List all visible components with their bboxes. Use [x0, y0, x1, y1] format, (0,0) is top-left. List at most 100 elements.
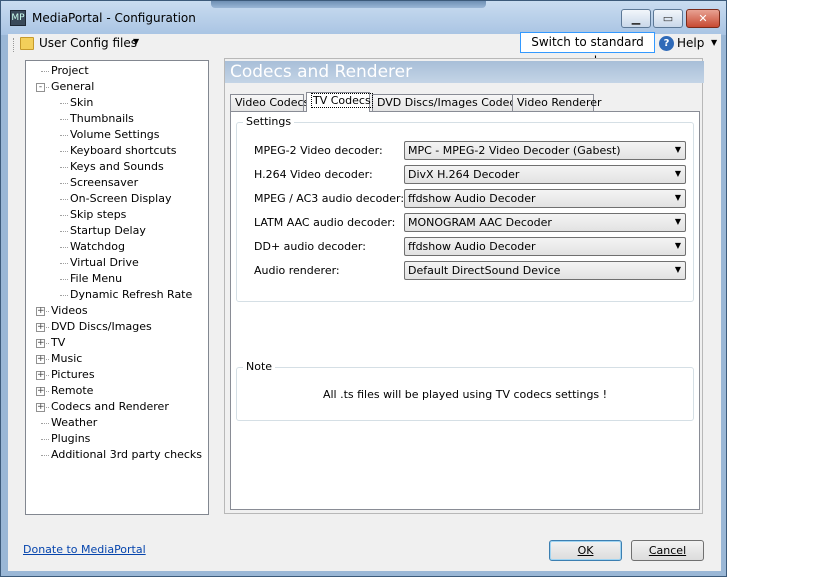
tree-item[interactable]: Plugins	[51, 431, 90, 447]
tree-item-label: Pictures	[51, 368, 95, 381]
tree-item-label: Codecs and Renderer	[51, 400, 169, 413]
tree-item[interactable]: Remote	[51, 383, 93, 399]
tree-connector	[41, 423, 49, 424]
tree-item[interactable]: Keys and Sounds	[70, 159, 164, 175]
tree-item[interactable]: Virtual Drive	[70, 255, 139, 271]
tab-video-codecs[interactable]: Video Codecs	[230, 94, 309, 111]
note-text: All .ts files will be played using TV co…	[322, 388, 608, 401]
collapse-icon[interactable]: -	[36, 83, 45, 92]
tree-item-label: Skin	[70, 96, 94, 109]
decoder-select[interactable]: MONOGRAM AAC Decoder ▼	[404, 213, 686, 232]
mediaportal-icon: MP	[10, 10, 26, 26]
help-icon[interactable]: ?	[659, 36, 674, 51]
tree-item[interactable]: Watchdog	[70, 239, 125, 255]
select-value: ffdshow Audio Decoder	[408, 192, 536, 205]
maximize-button[interactable]: ▭	[653, 9, 683, 28]
expand-icon[interactable]: +	[36, 387, 45, 396]
select-value: DivX H.264 Decoder	[408, 168, 520, 181]
tab-tv-codecs[interactable]: TV Codecs	[306, 92, 373, 112]
tab-panel: Settings MPEG-2 Video decoder: MPC - MPEG…	[230, 111, 700, 510]
chevron-down-icon: ▼	[674, 217, 681, 226]
section-tree[interactable]: Project General - Skin Thumbnails Volume Sett…	[25, 60, 209, 515]
chevron-down-icon[interactable]: ▼	[133, 37, 139, 46]
tree-item[interactable]: On-Screen Display	[70, 191, 171, 207]
tree-connector	[60, 247, 68, 248]
tree-item[interactable]: Project	[51, 63, 89, 79]
tree-item[interactable]: Weather	[51, 415, 97, 431]
tree-item-label: Virtual Drive	[70, 256, 139, 269]
donate-link[interactable]: Donate to MediaPortal	[23, 543, 146, 556]
tree-item-label: Watchdog	[70, 240, 125, 253]
title-strip	[211, 1, 486, 8]
expand-icon[interactable]: +	[36, 307, 45, 316]
note-group-label: Note	[243, 360, 276, 373]
ok-button[interactable]: OK	[549, 540, 622, 561]
tree-item[interactable]: DVD Discs/Images	[51, 319, 152, 335]
minimize-button[interactable]: ▁	[621, 9, 651, 28]
tree-item[interactable]: Skip steps	[70, 207, 126, 223]
close-button[interactable]: ✕	[686, 9, 720, 28]
select-value: ffdshow Audio Decoder	[408, 240, 536, 253]
decoder-select[interactable]: ffdshow Audio Decoder ▼	[404, 237, 686, 256]
chevron-down-icon: ▼	[674, 193, 681, 202]
switch-mode-button[interactable]: Switch to standard mode	[520, 32, 655, 68]
expand-icon[interactable]: +	[36, 371, 45, 380]
tree-item[interactable]: Videos	[51, 303, 88, 319]
chevron-down-icon[interactable]: ▼	[711, 38, 717, 47]
user-config-menu[interactable]: User Config files	[39, 36, 137, 50]
tree-item[interactable]: Codecs and Renderer	[51, 399, 169, 415]
cancel-button[interactable]: Cancel	[631, 540, 704, 561]
setting-label: Audio renderer:	[254, 264, 340, 277]
tab-video-renderer[interactable]: Video Renderer	[512, 94, 602, 111]
tree-item-label: DVD Discs/Images	[51, 320, 152, 333]
decoder-select[interactable]: Default DirectSound Device ▼	[404, 261, 686, 280]
tree-connector	[41, 71, 49, 72]
tree-item[interactable]: Volume Settings	[70, 127, 160, 143]
section-header: Codecs and Renderer	[225, 61, 704, 83]
tree-item-label: On-Screen Display	[70, 192, 172, 205]
tree-item[interactable]: Pictures	[51, 367, 95, 383]
tree-item[interactable]: Dynamic Refresh Rate	[70, 287, 192, 303]
expand-icon[interactable]: +	[36, 339, 45, 348]
decoder-select[interactable]: DivX H.264 Decoder ▼	[404, 165, 686, 184]
help-menu[interactable]: Help	[677, 36, 704, 50]
tree-item-label: File Menu	[70, 272, 123, 285]
tree-item[interactable]: Startup Delay	[70, 223, 146, 239]
select-value: MPC - MPEG-2 Video Decoder (Gabest)	[408, 144, 621, 157]
title-bar[interactable]: MP MediaPortal - Configuration ▁ ▭ ✕	[1, 1, 726, 35]
decoder-select[interactable]: MPC - MPEG-2 Video Decoder (Gabest) ▼	[404, 141, 686, 160]
tree-item-label: Weather	[51, 416, 98, 429]
tab-label: TV Codecs	[311, 93, 373, 108]
setting-label: LATM AAC audio decoder:	[254, 216, 396, 229]
tree-item-label: Screensaver	[70, 176, 139, 189]
tree-item[interactable]: Music	[51, 351, 82, 367]
tree-connector	[60, 151, 68, 152]
tree-item[interactable]: Skin	[70, 95, 93, 111]
tree-item[interactable]: General	[51, 79, 94, 95]
tree-connector	[60, 103, 68, 104]
expand-icon[interactable]: +	[36, 323, 45, 332]
expand-icon[interactable]: +	[36, 355, 45, 364]
tree-item[interactable]: File Menu	[70, 271, 122, 287]
tab-dvd-discs-images-codecs[interactable]: DVD Discs/Images Codecs	[372, 94, 521, 111]
expand-icon[interactable]: +	[36, 403, 45, 412]
settings-group-label: Settings	[243, 115, 295, 128]
tree-connector	[60, 295, 68, 296]
chevron-down-icon: ▼	[674, 241, 681, 250]
tree-item-label: Additional 3rd party checks	[51, 448, 203, 461]
decoder-select[interactable]: ffdshow Audio Decoder ▼	[404, 189, 686, 208]
folder-icon[interactable]	[20, 37, 34, 50]
tree-item[interactable]: TV	[51, 335, 65, 351]
tree-item-label: Plugins	[51, 432, 91, 445]
tree-item[interactable]: Additional 3rd party checks	[51, 447, 202, 463]
tree-item[interactable]: Thumbnails	[70, 111, 134, 127]
setting-label: MPEG / AC3 audio decoder:	[254, 192, 405, 205]
tree-item-label: Skip steps	[70, 208, 127, 221]
toolbar-grip[interactable]	[13, 38, 16, 52]
tree-connector	[60, 279, 68, 280]
tree-item-label: General	[51, 80, 95, 93]
setting-label: H.264 Video decoder:	[254, 168, 373, 181]
tree-item[interactable]: Screensaver	[70, 175, 138, 191]
tree-item[interactable]: Keyboard shortcuts	[70, 143, 177, 159]
tree-connector	[41, 439, 49, 440]
